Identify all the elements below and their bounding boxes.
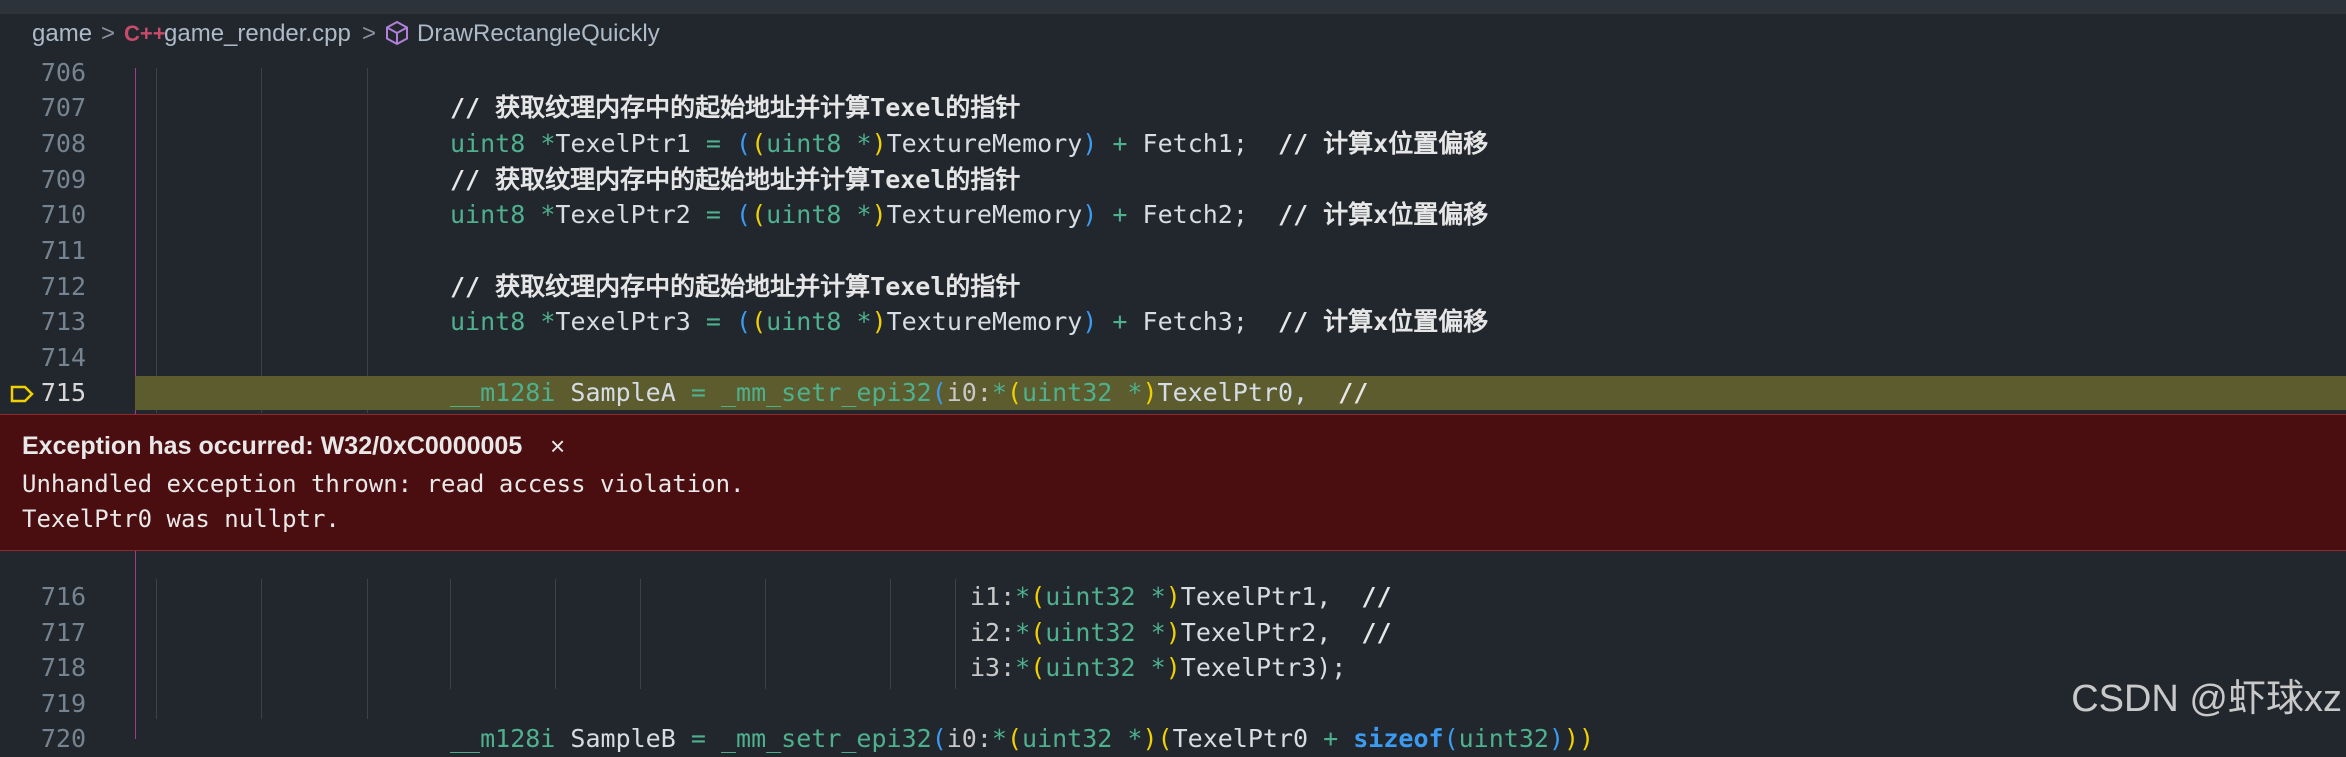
code-line: 707 // 获取纹理内存中的起始地址并计算Texel的指针 bbox=[0, 90, 2346, 126]
code-comment: // 获取纹理内存中的起始地址并计算Texel的指针 bbox=[450, 165, 1021, 194]
line-number: 706 bbox=[40, 58, 86, 87]
line-number: 719 bbox=[40, 688, 86, 718]
watermark: CSDN @虾球xz bbox=[2071, 678, 2342, 720]
line-number: 717 bbox=[40, 617, 86, 647]
line-number: 710 bbox=[40, 200, 86, 229]
code-comment: // 获取纹理内存中的起始地址并计算Texel的指针 bbox=[450, 272, 1021, 301]
code-line: 714 bbox=[0, 340, 2346, 376]
code-line: 712 // 获取纹理内存中的起始地址并计算Texel的指针 bbox=[0, 269, 2346, 305]
exception-title: Exception has occurred: W32/0xC0000005 bbox=[22, 432, 523, 460]
exception-message: Unhandled exception thrown: read access … bbox=[22, 470, 745, 498]
code-line: 709 // 获取纹理内存中的起始地址并计算Texel的指针 bbox=[0, 162, 2346, 198]
method-cube-icon bbox=[386, 20, 408, 46]
code-line: 708 uint8 *TexelPtr1 = ((uint8 *)Texture… bbox=[0, 126, 2346, 162]
code-editor-continued[interactable]: 716 i1:*(uint32 *)TexelPtr1, // 717 i2:*… bbox=[0, 579, 2346, 753]
code-text: uint8 *TexelPtr2 = ((uint8 *)TextureMemo… bbox=[450, 200, 1489, 229]
line-number: 715 bbox=[40, 378, 86, 407]
line-number: 709 bbox=[40, 165, 86, 194]
breadcrumb-file[interactable]: game_render.cpp bbox=[164, 18, 351, 50]
breadcrumb-folder[interactable]: game bbox=[32, 18, 92, 50]
code-line: 706 bbox=[0, 55, 2346, 91]
chevron-right-icon: > bbox=[362, 20, 377, 47]
line-number: 714 bbox=[40, 343, 86, 372]
code-text: uint8 *TexelPtr1 = ((uint8 *)TextureMemo… bbox=[450, 129, 1489, 158]
code-line: 718 i3:*(uint32 *)TexelPtr3); bbox=[0, 650, 2346, 686]
breadcrumb-symbol[interactable]: DrawRectangleQuickly bbox=[417, 18, 660, 50]
line-number: 708 bbox=[40, 129, 86, 158]
line-number: 712 bbox=[40, 272, 86, 301]
code-line-current: 715 __m128i SampleA = _mm_setr_epi32(i0:… bbox=[0, 376, 2346, 410]
close-icon[interactable]: × bbox=[550, 429, 565, 463]
chevron-right-icon: > bbox=[101, 20, 116, 47]
exception-widget: Exception has occurred: W32/0xC0000005 ×… bbox=[0, 414, 2346, 551]
code-line: 710 uint8 *TexelPtr2 = ((uint8 *)Texture… bbox=[0, 197, 2346, 233]
code-line: 719 bbox=[0, 686, 2346, 722]
line-number: 716 bbox=[40, 582, 86, 611]
cpp-file-icon: C++ bbox=[124, 21, 166, 46]
code-text: i2:*(uint32 *)TexelPtr2, // bbox=[970, 617, 1392, 647]
line-number: 707 bbox=[40, 93, 86, 122]
line-number: 718 bbox=[40, 653, 86, 682]
code-text: __m128i SampleA = _mm_setr_epi32(i0:*(ui… bbox=[450, 378, 1369, 407]
code-text: uint8 *TexelPtr3 = ((uint8 *)TextureMemo… bbox=[450, 307, 1489, 336]
exception-detail: TexelPtr0 was nullptr. bbox=[22, 505, 340, 533]
code-line: 716 i1:*(uint32 *)TexelPtr1, // bbox=[0, 579, 2346, 615]
code-text: i3:*(uint32 *)TexelPtr3); bbox=[970, 653, 1347, 682]
code-line: 711 bbox=[0, 233, 2346, 269]
code-text: i1:*(uint32 *)TexelPtr1, // bbox=[970, 582, 1392, 611]
line-number: 713 bbox=[40, 307, 86, 336]
line-number: 711 bbox=[40, 236, 86, 265]
tab-strip bbox=[0, 0, 2346, 14]
code-line: 717 i2:*(uint32 *)TexelPtr2, // bbox=[0, 615, 2346, 651]
code-line: 713 uint8 *TexelPtr3 = ((uint8 *)Texture… bbox=[0, 304, 2346, 340]
code-comment: // 获取纹理内存中的起始地址并计算Texel的指针 bbox=[450, 93, 1021, 122]
